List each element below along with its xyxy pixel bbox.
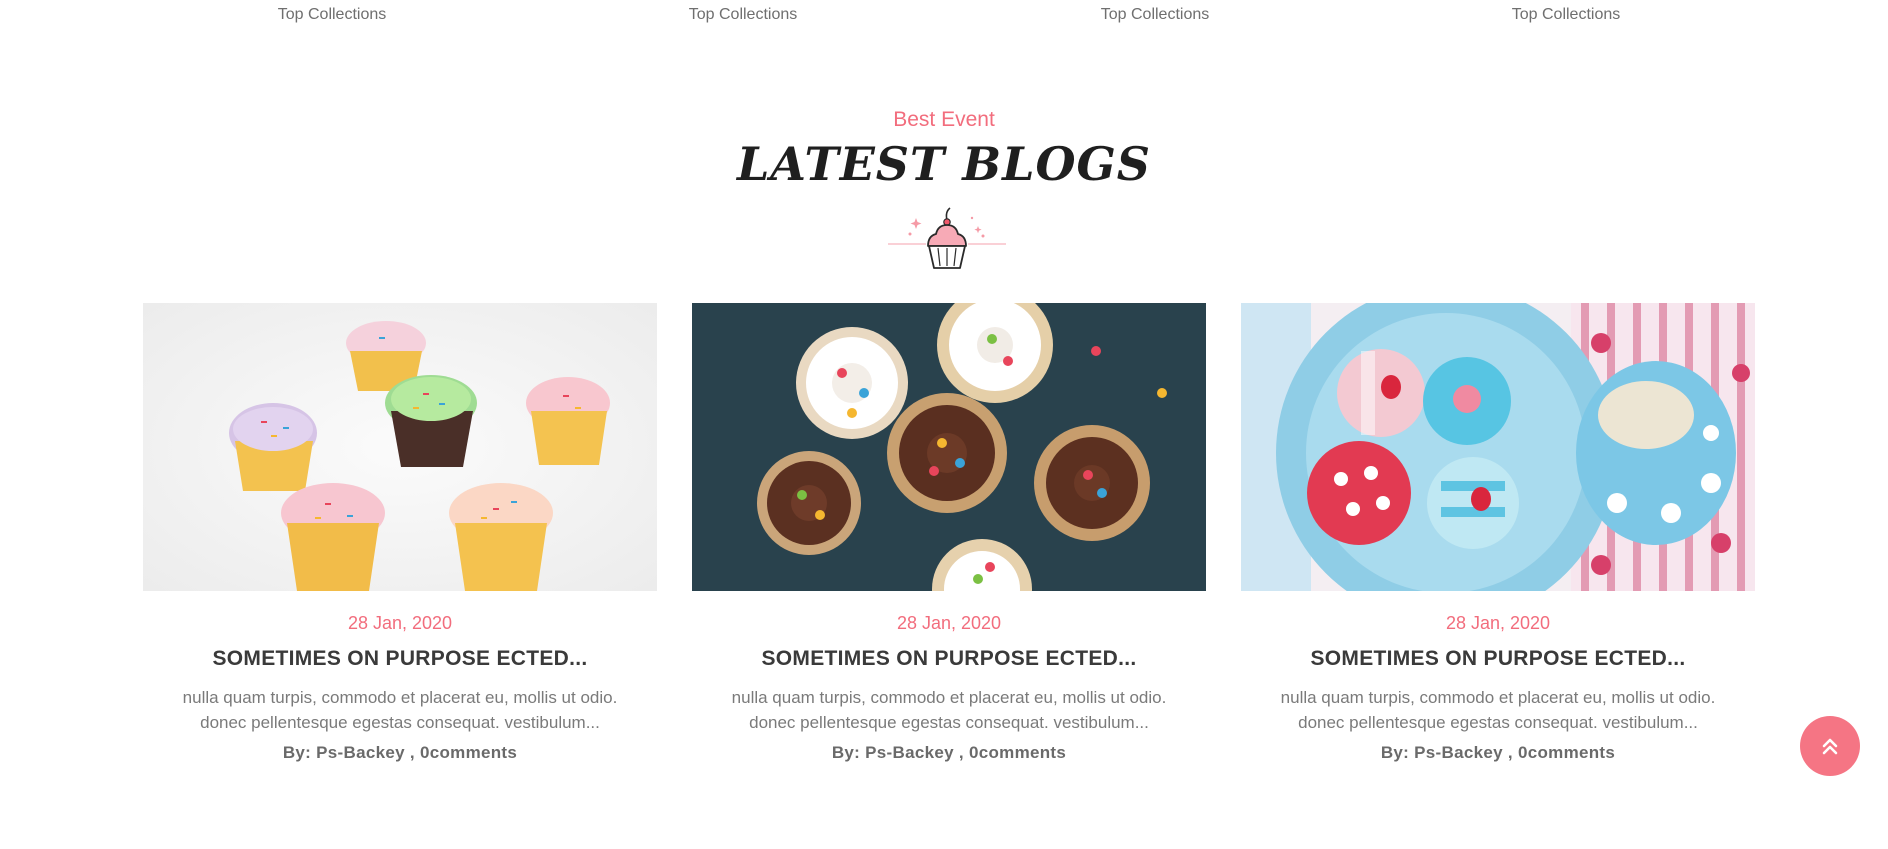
blog-card: 28 Jan, 2020 SOMETIMES ON PURPOSE ECTED.… xyxy=(692,303,1206,783)
blog-date: 28 Jan, 2020 xyxy=(1445,613,1551,633)
cupcakes-dark-background-image[interactable] xyxy=(692,303,1206,591)
author-link[interactable]: Ps-Backey xyxy=(1414,743,1503,762)
blog-title[interactable]: SOMETIMES ON PURPOSE ECTED... xyxy=(692,645,1206,673)
cupcakes-white-background-image[interactable] xyxy=(143,303,657,591)
blog-grid: 28 Jan, 2020 SOMETIMES ON PURPOSE ECTED.… xyxy=(143,303,1755,783)
comments-link[interactable]: 0comments xyxy=(969,743,1066,762)
blog-excerpt: nulla quam turpis, commodo et placerat e… xyxy=(731,688,1167,732)
blog-title[interactable]: SOMETIMES ON PURPOSE ECTED... xyxy=(1241,645,1755,673)
blog-excerpt: nulla quam turpis, commodo et placerat e… xyxy=(1280,688,1716,732)
section-header: Best Event LATEST BLOGS xyxy=(0,106,1888,192)
collection-link[interactable]: Top Collections xyxy=(1055,6,1255,24)
cookies-on-plate-image[interactable] xyxy=(1241,303,1755,591)
meta-separator: , xyxy=(1507,743,1513,762)
collection-link[interactable]: Top Collections xyxy=(643,6,843,24)
comments-link[interactable]: 0comments xyxy=(1518,743,1615,762)
section-divider xyxy=(884,204,1010,274)
collection-link[interactable]: Top Collections xyxy=(1466,6,1666,24)
comments-link[interactable]: 0comments xyxy=(420,743,517,762)
author-link[interactable]: Ps-Backey xyxy=(316,743,405,762)
blog-card: 28 Jan, 2020 SOMETIMES ON PURPOSE ECTED.… xyxy=(143,303,657,783)
blog-date: 28 Jan, 2020 xyxy=(347,613,453,633)
double-chevron-up-icon xyxy=(1822,738,1838,755)
blog-title[interactable]: SOMETIMES ON PURPOSE ECTED... xyxy=(143,645,657,673)
collections-row: Top Collections Top Collections Top Coll… xyxy=(0,6,1888,28)
blog-excerpt: nulla quam turpis, commodo et placerat e… xyxy=(182,688,618,732)
blog-meta: By: Ps-Backey , 0comments xyxy=(1241,741,1755,765)
by-label: By: xyxy=(282,743,312,762)
meta-separator: , xyxy=(409,743,415,762)
by-label: By: xyxy=(1380,743,1410,762)
meta-separator: , xyxy=(958,743,964,762)
by-label: By: xyxy=(831,743,861,762)
page: Top Collections Top Collections Top Coll… xyxy=(0,0,1888,849)
blog-meta: By: Ps-Backey , 0comments xyxy=(692,741,1206,765)
blog-meta: By: Ps-Backey , 0comments xyxy=(143,741,657,765)
blog-date: 28 Jan, 2020 xyxy=(896,613,1002,633)
collection-link[interactable]: Top Collections xyxy=(232,6,432,24)
cupcake-icon xyxy=(888,207,1006,269)
back-to-top-button[interactable] xyxy=(1800,716,1860,776)
blog-card: 28 Jan, 2020 SOMETIMES ON PURPOSE ECTED.… xyxy=(1241,303,1755,783)
section-title: LATEST BLOGS xyxy=(736,137,1152,191)
section-subtitle: Best Event xyxy=(893,108,995,131)
author-link[interactable]: Ps-Backey xyxy=(865,743,954,762)
